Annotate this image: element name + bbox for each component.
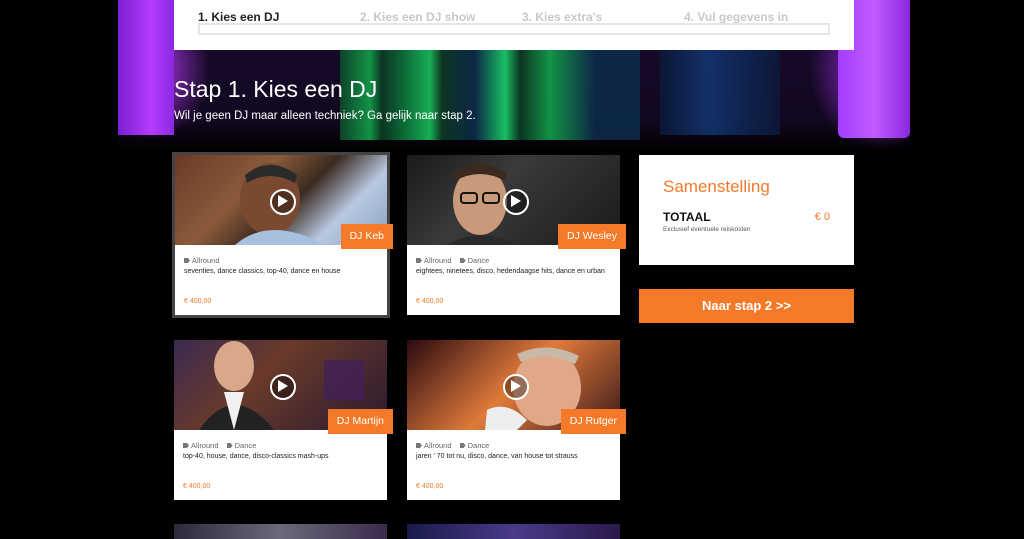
tag-icon: [459, 258, 466, 263]
page-margin-right: [910, 0, 1024, 539]
tag-icon: [183, 443, 189, 448]
tag-icon: [184, 258, 190, 263]
summary-note: Exclusief eventuele reiskosten: [663, 226, 751, 233]
page-title: Stap 1. Kies een DJ: [174, 76, 378, 102]
dj-tags: Allround: [184, 256, 226, 265]
dj-card-next-row[interactable]: [174, 524, 387, 539]
dj-card-martijn[interactable]: DJ Martijn Allround Dance top-40, house,…: [174, 340, 393, 500]
dj-card-keb[interactable]: DJ Keb Allround seventies, dance classic…: [172, 152, 393, 318]
dj-tags: Allround Dance: [183, 441, 262, 450]
dj-genres: top-40, house, dance, disco-classics mas…: [183, 453, 329, 460]
dj-genres: eightees, ninetees, disco, hedendaagse h…: [416, 268, 605, 275]
step-3[interactable]: 3. Kies extra's: [522, 10, 602, 24]
next-step-button[interactable]: Naar stap 2 >>: [639, 289, 854, 323]
page-margin-left: [0, 0, 118, 539]
dj-name-tag: DJ Martijn: [327, 409, 393, 434]
play-video-icon[interactable]: [270, 189, 296, 215]
dj-tags: Allround Dance: [416, 441, 495, 450]
progress-track: [198, 23, 830, 35]
step-1[interactable]: 1. Kies een DJ: [198, 10, 279, 24]
dj-price: € 400,00: [184, 298, 212, 305]
dj-card-next-row[interactable]: [407, 524, 620, 539]
stage-screen-blue: [660, 50, 780, 135]
summary-total-label: TOTAAL: [663, 210, 711, 224]
page-subtitle: Wil je geen DJ maar alleen techniek? Ga …: [174, 110, 476, 122]
dj-price: € 400,00: [183, 483, 211, 490]
tag-icon: [459, 443, 466, 448]
dj-name-tag: DJ Keb: [340, 224, 393, 249]
tag-icon: [416, 443, 422, 448]
dj-name-tag: DJ Rutger: [560, 409, 626, 434]
summary-panel: Samenstelling TOTAAL € 0 Exclusief event…: [639, 155, 854, 265]
step-4[interactable]: 4. Vul gegevens in: [684, 10, 788, 24]
play-video-icon[interactable]: [269, 374, 296, 400]
step-2[interactable]: 2. Kies een DJ show: [360, 10, 475, 24]
step-progress-bar: 1. Kies een DJ 2. Kies een DJ show 3. Ki…: [174, 0, 854, 50]
dj-name-tag: DJ Wesley: [558, 224, 626, 249]
dj-card-wesley[interactable]: DJ Wesley Allround Dance eightees, ninet…: [407, 155, 626, 315]
summary-total-amount: € 0: [814, 211, 830, 223]
stage-screen-green: [340, 50, 640, 140]
dj-genres: seventies, dance classics, top-40, dance…: [184, 268, 341, 275]
dj-price: € 400,00: [416, 298, 444, 305]
stage-light-left: [118, 0, 174, 135]
play-video-icon[interactable]: [502, 189, 529, 215]
dj-genres: jaren ' 70 tot nu, disco, dance, van hou…: [416, 453, 578, 460]
summary-title: Samenstelling: [663, 177, 770, 196]
tag-icon: [226, 443, 233, 448]
dj-price: € 400,00: [416, 483, 444, 490]
dj-card-rutger[interactable]: DJ Rutger Allround Dance jaren ' 70 tot …: [407, 340, 626, 500]
tag-icon: [416, 258, 422, 263]
play-video-icon[interactable]: [502, 374, 529, 400]
dj-tags: Allround Dance: [416, 256, 495, 265]
